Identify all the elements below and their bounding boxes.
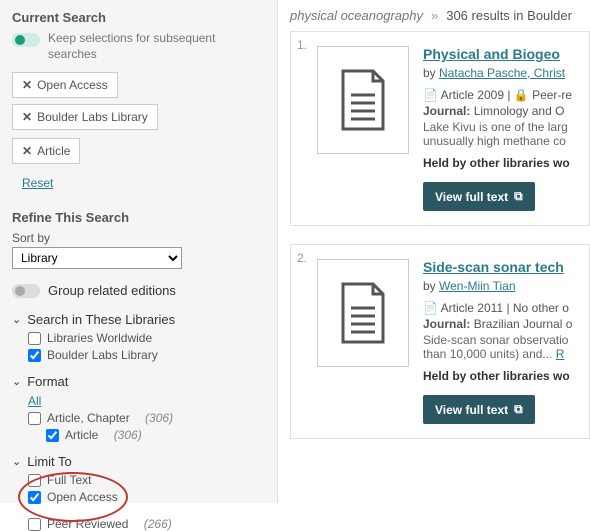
keep-selections-label: Keep selections for subsequent searches <box>48 31 265 62</box>
external-link-icon: ⧉ <box>514 189 523 204</box>
group-editions-label: Group related editions <box>48 283 176 298</box>
filter-pill-open-access[interactable]: ✕Open Access <box>12 72 118 98</box>
cb-peer-reviewed[interactable] <box>28 518 41 531</box>
filter-pill-article[interactable]: ✕Article <box>12 138 80 164</box>
held-text: Held by other libraries wo <box>423 369 577 383</box>
result-title[interactable]: Side-scan sonar tech <box>423 259 577 275</box>
result-meta: 📄 Article 2009 | 🔒 Peer-re <box>423 88 577 102</box>
cb-full-text[interactable] <box>28 474 41 487</box>
result-number: 1. <box>297 38 307 52</box>
cb-libraries-worldwide[interactable] <box>28 332 41 345</box>
cb-boulder-labs[interactable] <box>28 349 41 362</box>
facet-format-head[interactable]: ⌄Format <box>12 374 265 389</box>
sortby-label: Sort by <box>12 231 265 245</box>
filter-pill-boulder[interactable]: ✕Boulder Labs Library <box>12 104 158 130</box>
close-icon: ✕ <box>22 144 32 158</box>
chevron-right-icon: » <box>431 8 438 23</box>
result-thumb <box>317 46 409 154</box>
held-text: Held by other libraries wo <box>423 156 577 170</box>
document-icon <box>338 282 388 344</box>
chevron-down-icon: ⌄ <box>12 455 21 468</box>
facet-libraries-head[interactable]: ⌄Search in These Libraries <box>12 312 265 327</box>
close-icon: ✕ <box>22 110 32 124</box>
author-link[interactable]: Wen-Miin Tian <box>439 279 515 293</box>
current-search-title: Current Search <box>12 10 265 25</box>
document-icon <box>338 69 388 131</box>
close-icon: ✕ <box>22 78 32 92</box>
result-desc: Side-scan sonar observatio than 10,000 u… <box>423 333 577 361</box>
breadcrumb: physical oceanography»306 results in Bou… <box>290 8 590 23</box>
read-more-link[interactable]: R <box>556 347 565 361</box>
chevron-down-icon: ⌄ <box>12 375 21 388</box>
facet-limit-head[interactable]: ⌄Limit To <box>12 454 265 469</box>
result-number: 2. <box>297 251 307 265</box>
result-item: 1. Physical and Biogeo by Natacha Pasche… <box>290 31 590 226</box>
result-title[interactable]: Physical and Biogeo <box>423 46 577 62</box>
view-full-text-button[interactable]: View full text ⧉ <box>423 395 535 424</box>
refine-title: Refine This Search <box>12 210 265 225</box>
cb-article-chapter[interactable] <box>28 412 41 425</box>
sortby-select[interactable]: Library <box>12 247 182 269</box>
result-meta: 📄 Article 2011 | No other o <box>423 301 577 315</box>
result-thumb <box>317 259 409 367</box>
reset-link[interactable]: Reset <box>22 176 53 190</box>
result-item: 2. Side-scan sonar tech by Wen-Miin Tian… <box>290 244 590 439</box>
group-editions-toggle[interactable] <box>12 284 40 298</box>
result-desc: Lake Kivu is one of the larg unusually h… <box>423 120 577 148</box>
cb-open-access[interactable] <box>28 491 41 504</box>
chevron-down-icon: ⌄ <box>12 313 21 326</box>
external-link-icon: ⧉ <box>514 402 523 417</box>
author-link[interactable]: Natacha Pasche, Christ <box>439 66 565 80</box>
view-full-text-button[interactable]: View full text ⧉ <box>423 182 535 211</box>
format-all-link[interactable]: All <box>28 394 41 408</box>
keep-selections-toggle[interactable] <box>12 33 40 47</box>
cb-article[interactable] <box>46 429 59 442</box>
